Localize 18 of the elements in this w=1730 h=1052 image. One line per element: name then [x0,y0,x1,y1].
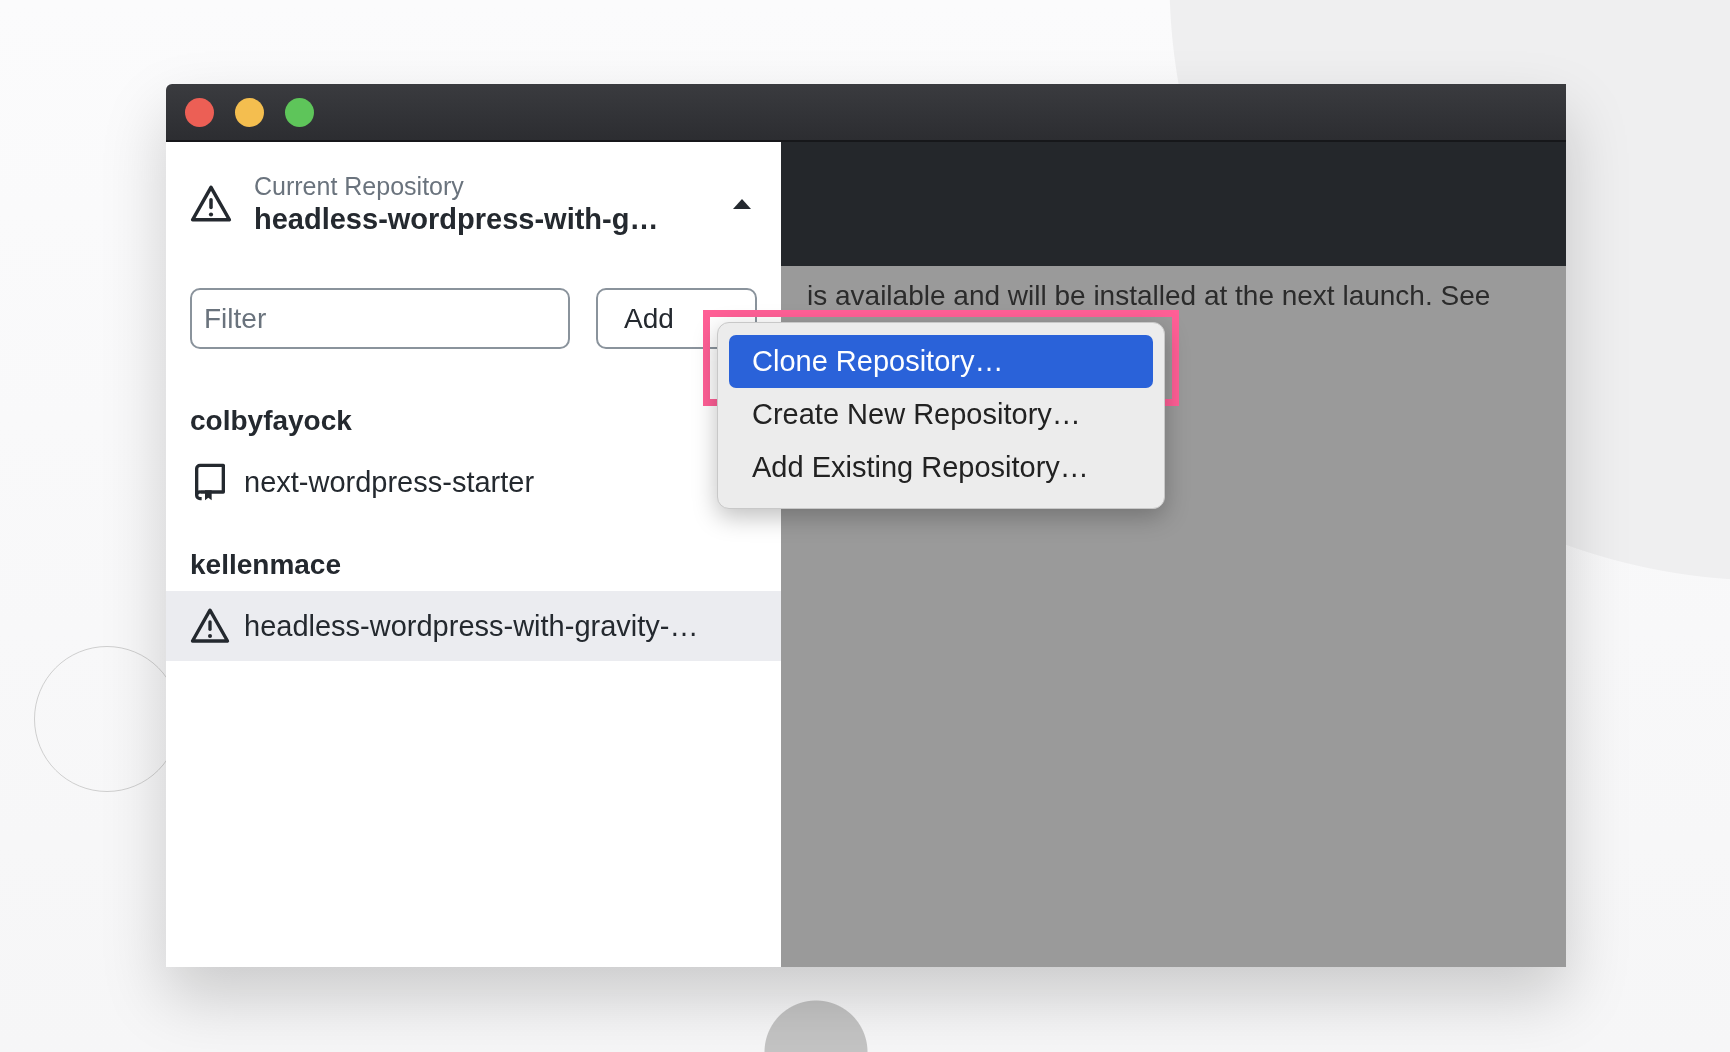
repository-name: headless-wordpress-with-gravity-… [244,609,699,643]
repository-name: next-wordpress-starter [244,465,535,499]
zoom-button[interactable] [285,97,314,127]
repository-list-item[interactable]: next-wordpress-starter [166,447,559,517]
group-heading: kellenmace [189,548,342,581]
minimize-button[interactable] [235,97,264,127]
menu-item[interactable]: Add Existing Repository… [729,441,1153,494]
current-repository-button[interactable]: Current Repository headless-wordpress-with-g… [166,142,781,249]
menu-item[interactable]: Create New Repository… [729,388,1153,441]
filter-field[interactable]: Filter [190,288,570,349]
repository-list-item[interactable]: headless-wordpress-with-gravity-… [166,591,781,661]
warning-icon [190,183,232,225]
current-repository-label: Current Repository [254,172,465,201]
current-repository-name: headless-wordpress-with-g… [254,203,660,236]
close-button[interactable] [185,97,214,127]
menu-item[interactable]: Clone Repository… [729,335,1153,388]
update-banner-text: is available and will be installed at the next launch. See [806,280,1492,312]
warning-icon [190,606,230,646]
